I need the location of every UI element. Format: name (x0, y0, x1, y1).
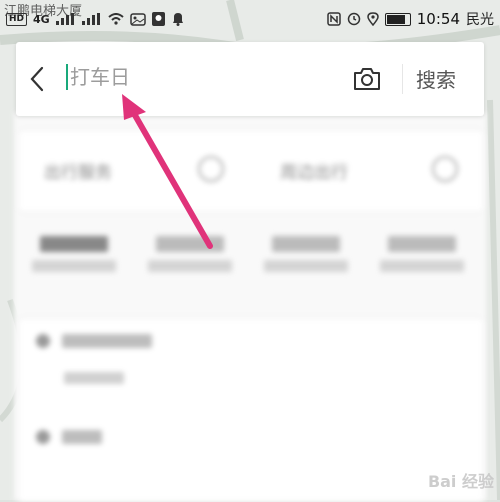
watermark: Bai 经验 (427, 472, 494, 491)
annotation-arrow (122, 94, 213, 249)
